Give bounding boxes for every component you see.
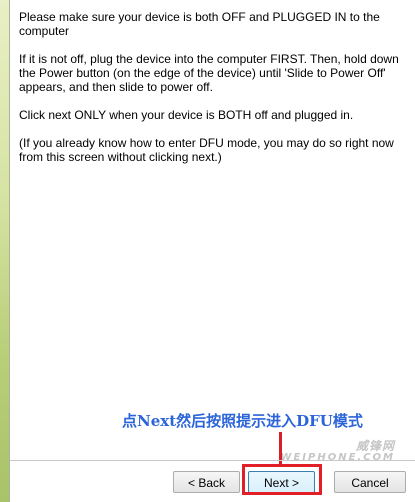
window-left-edge: [0, 0, 10, 502]
site-watermark: 威锋网 WEIPHONE.COM: [245, 437, 395, 463]
back-button[interactable]: < Back: [173, 471, 240, 493]
watermark-sub: WEIPHONE.COM: [280, 452, 395, 463]
instructions-panel: Please make sure your device is both OFF…: [19, 10, 409, 178]
instruction-paragraph-4: (If you already know how to enter DFU mo…: [19, 136, 394, 164]
cancel-button[interactable]: Cancel: [334, 471, 406, 493]
watermark-main: 威锋网: [355, 439, 395, 453]
next-button[interactable]: Next >: [248, 471, 315, 493]
instruction-paragraph-1: Please make sure your device is both OFF…: [19, 10, 380, 38]
annotation-caption: 点Next然后按照提示进入DFU模式: [122, 412, 363, 430]
instruction-paragraph-2: If it is not off, plug the device into t…: [19, 52, 399, 94]
instruction-paragraph-3: Click next ONLY when your device is BOTH…: [19, 108, 354, 122]
button-bar-divider: [10, 460, 415, 461]
